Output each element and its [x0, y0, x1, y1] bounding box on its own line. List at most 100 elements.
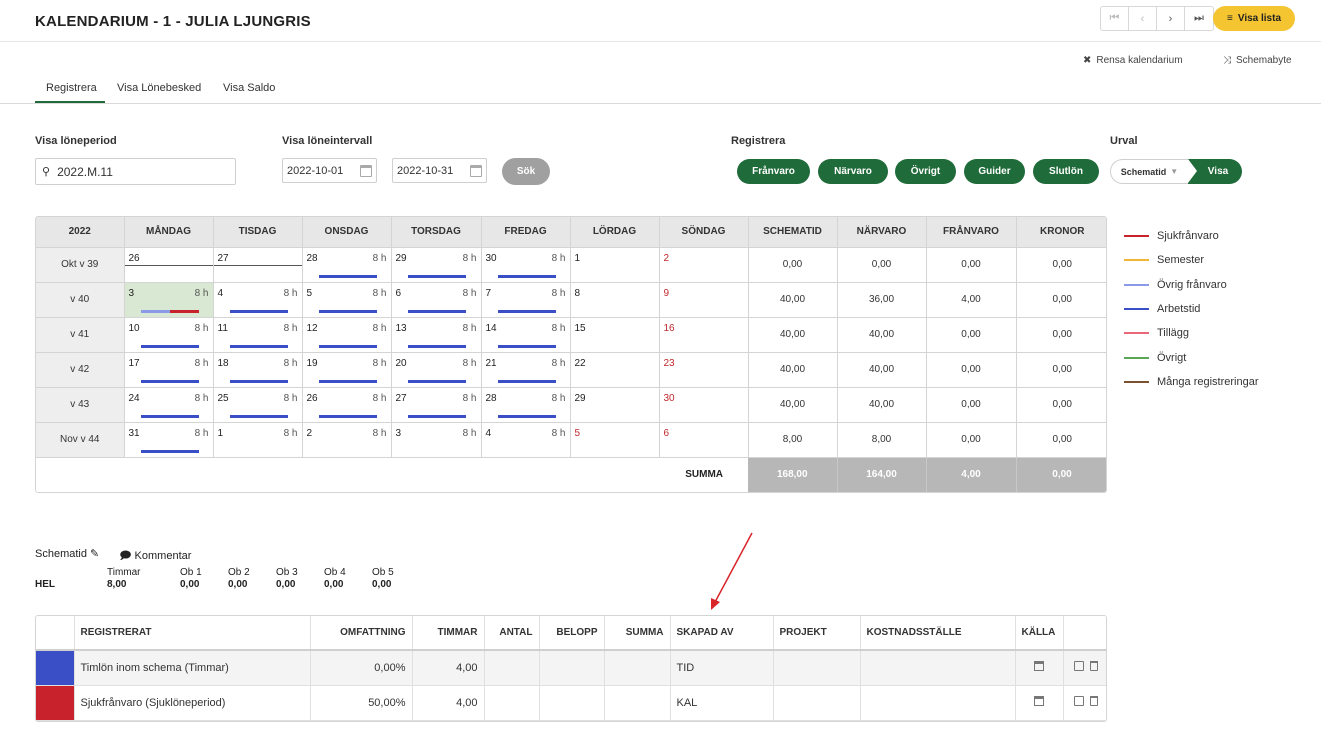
- franvaro-button[interactable]: Frånvaro: [737, 159, 810, 184]
- calendar-day-cell[interactable]: 4 8 h: [213, 282, 303, 318]
- calendar-header-0: 2022: [36, 217, 125, 248]
- schemabyte-link[interactable]: ⤨ Schemabyte: [1223, 55, 1292, 66]
- slutlon-button[interactable]: Slutlön: [1033, 159, 1099, 184]
- calendar-day-cell[interactable]: 12 8 h: [302, 317, 392, 353]
- rensa-kalendarium-link[interactable]: ✖ Rensa kalendarium: [1083, 55, 1183, 66]
- calendar-day-cell[interactable]: 26: [124, 247, 214, 283]
- calendar-day-cell[interactable]: 11 8 h: [213, 317, 303, 353]
- narvaro-button[interactable]: Närvaro: [818, 159, 888, 184]
- calendar-day-cell[interactable]: 2 8 h: [302, 422, 392, 458]
- day-hours: 8 h: [194, 322, 209, 334]
- day-hours: 8 h: [462, 357, 477, 369]
- schematid-edit-link[interactable]: Schematid ✎: [35, 547, 99, 566]
- sok-button[interactable]: Sök: [502, 158, 550, 185]
- edit-icon[interactable]: [1073, 661, 1084, 672]
- calendar-day-cell[interactable]: 17 8 h: [124, 352, 214, 388]
- calendar-day-cell[interactable]: 1: [570, 247, 660, 283]
- reg-header-8: KOSTNADSSTÄLLE: [860, 616, 1016, 651]
- urval-visa-label: Visa: [1207, 166, 1229, 177]
- date-to-input[interactable]: 2022-10-31: [392, 158, 487, 183]
- calendar-day-cell[interactable]: 16: [659, 317, 749, 353]
- calendar-day-cell[interactable]: 20 8 h: [391, 352, 482, 388]
- urval-visa-button[interactable]: Visa: [1188, 159, 1242, 184]
- legend-item: Semester: [1124, 248, 1259, 272]
- registration-row[interactable]: Timlön inom schema (Timmar) 0,00% 4,00 TID: [36, 650, 1106, 686]
- day-number: 27: [395, 392, 407, 404]
- calendar-day-cell[interactable]: 28 8 h: [302, 247, 392, 283]
- registrations-table: REGISTRERAT OMFATTNING TIMMAR ANTAL BELOPP SU…: [35, 615, 1107, 722]
- legend-item: Arbetstid: [1124, 297, 1259, 321]
- calendar-day-cell[interactable]: 3 8 h: [124, 282, 214, 318]
- schematid-header: Schematid ✎ 🗩 Kommentar: [35, 547, 191, 566]
- calendar-day-cell[interactable]: 22: [570, 352, 660, 388]
- calendar-day-cell[interactable]: 27 8 h: [391, 387, 482, 423]
- calendar-day-cell[interactable]: 18 8 h: [213, 352, 303, 388]
- out-of-period-line: [124, 264, 213, 266]
- next-period-button[interactable]: ›: [1157, 7, 1185, 30]
- calendar-day-cell[interactable]: 29: [570, 387, 660, 423]
- registration-skapad-av: TID: [670, 650, 774, 686]
- calendar-day-cell[interactable]: 28 8 h: [481, 387, 571, 423]
- calendar-day-cell[interactable]: 3 8 h: [391, 422, 482, 458]
- guider-button[interactable]: Guider: [964, 159, 1025, 184]
- legend-swatch: [1124, 259, 1149, 262]
- calendar-day-cell[interactable]: 2: [659, 247, 749, 283]
- day-number: 20: [395, 357, 407, 369]
- legend: Sjukfrånvaro Semester Övrig frånvaro Arbets…: [1124, 224, 1259, 394]
- summa-value: 4,00: [926, 457, 1017, 492]
- tab-visa-saldo[interactable]: Visa Saldo: [223, 82, 275, 94]
- calendar-day-cell[interactable]: 27: [213, 247, 303, 283]
- day-hours: 8 h: [283, 322, 298, 334]
- schematid-col-value: 0,00: [228, 579, 248, 590]
- registration-row[interactable]: Sjukfrånvaro (Sjuklöneperiod) 50,00% 4,00 K…: [36, 685, 1106, 721]
- calendar-icon[interactable]: [1034, 696, 1044, 706]
- legend-label: Sjukfrånvaro: [1157, 230, 1219, 243]
- calendar-day-cell[interactable]: 6 8 h: [391, 282, 482, 318]
- calendar-day-cell[interactable]: 10 8 h: [124, 317, 214, 353]
- tab-registrera[interactable]: Registrera: [46, 82, 97, 94]
- calendar-day-cell[interactable]: 13 8 h: [391, 317, 482, 353]
- prev-period-button[interactable]: ‹: [1129, 7, 1157, 30]
- date-from-input[interactable]: 2022-10-01: [282, 158, 377, 183]
- day-hours: 8 h: [283, 427, 298, 439]
- calendar-day-cell[interactable]: 25 8 h: [213, 387, 303, 423]
- kommentar-link[interactable]: 🗩 Kommentar: [119, 547, 191, 566]
- ovrigt-button[interactable]: Övrigt: [895, 159, 956, 184]
- calendar-day-cell[interactable]: 4 8 h: [481, 422, 571, 458]
- calendar-day-cell[interactable]: 23: [659, 352, 749, 388]
- calendar-day-cell[interactable]: 30 8 h: [481, 247, 571, 283]
- tab-visa-lonebesked[interactable]: Visa Lönebesked: [117, 82, 201, 94]
- calendar-day-cell[interactable]: 15: [570, 317, 660, 353]
- day-number: 16: [663, 322, 675, 334]
- day-number: 28: [485, 392, 497, 404]
- calendar-day-cell[interactable]: 19 8 h: [302, 352, 392, 388]
- calendar-day-cell[interactable]: 30: [659, 387, 749, 423]
- calendar-day-cell[interactable]: 6: [659, 422, 749, 458]
- calendar-day-cell[interactable]: 8: [570, 282, 660, 318]
- day-number: 17: [128, 357, 140, 369]
- calendar-day-cell[interactable]: 24 8 h: [124, 387, 214, 423]
- first-period-button[interactable]: ⏮: [1101, 7, 1129, 30]
- calendar-day-cell[interactable]: 1 8 h: [213, 422, 303, 458]
- calendar-day-cell[interactable]: 29 8 h: [391, 247, 482, 283]
- calendar-day-cell[interactable]: 7 8 h: [481, 282, 571, 318]
- calendar-day-cell[interactable]: 26 8 h: [302, 387, 392, 423]
- interval-label: Visa löneintervall: [282, 135, 373, 147]
- trash-icon[interactable]: [1089, 696, 1098, 706]
- calendar-day-cell[interactable]: 31 8 h: [124, 422, 214, 458]
- reg-header-5: SUMMA: [604, 616, 671, 651]
- last-period-button[interactable]: ⏭: [1185, 7, 1213, 30]
- calendar-day-cell[interactable]: 14 8 h: [481, 317, 571, 353]
- arbetstid-bar: [318, 379, 377, 383]
- visa-lista-button[interactable]: ≡ Visa lista: [1213, 6, 1295, 31]
- period-input[interactable]: ⚲ 2022.M.11: [35, 158, 236, 185]
- calendar-icon[interactable]: [1034, 661, 1044, 672]
- calendar-day-cell[interactable]: 21 8 h: [481, 352, 571, 388]
- edit-icon[interactable]: [1073, 696, 1084, 706]
- calendar-day-cell[interactable]: 5: [570, 422, 660, 458]
- urval-select[interactable]: Schematid ▼: [1110, 159, 1188, 184]
- trash-icon[interactable]: [1089, 661, 1098, 672]
- week-total: 0,00: [926, 317, 1017, 353]
- calendar-day-cell[interactable]: 5 8 h: [302, 282, 392, 318]
- calendar-day-cell[interactable]: 9: [659, 282, 749, 318]
